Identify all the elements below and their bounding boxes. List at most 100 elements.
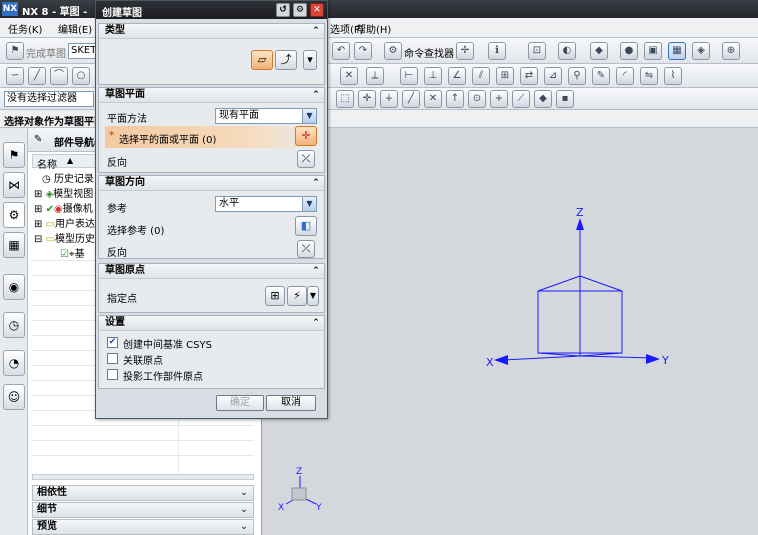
collapse-icon[interactable]: ⊟ <box>34 234 42 245</box>
expand-icon[interactable]: ⊞ <box>34 189 42 200</box>
snap-midpoint-icon[interactable]: ∔ <box>380 90 398 108</box>
profile-icon[interactable]: ∽ <box>6 67 24 85</box>
close-icon[interactable]: ✕ <box>310 3 324 17</box>
point-dialog-icon[interactable]: ⊞ <box>265 286 285 306</box>
command-finder-label[interactable]: 命令查找器 <box>404 45 454 60</box>
orientation-reverse-icon[interactable]: ⤫ <box>297 240 315 258</box>
roles-icon[interactable]: ☺ <box>3 384 25 410</box>
section-header-settings[interactable]: 设置 ⌃ <box>99 316 324 331</box>
section-header-sketch-plane[interactable]: 草图平面 ⌃ <box>99 88 324 103</box>
panel-splitter[interactable] <box>32 474 254 480</box>
on-plane-type-icon[interactable]: ▱ <box>251 50 273 70</box>
animate-dimension-icon[interactable]: ⚲ <box>568 67 586 85</box>
inferred-point-icon[interactable]: ⚡ <box>287 286 307 306</box>
snap-face-icon[interactable]: ◆ <box>534 90 552 108</box>
view-orient-icon[interactable]: ◐ <box>558 42 576 60</box>
select-reference-cube-icon[interactable]: ◧ <box>295 216 317 236</box>
chevron-down-icon[interactable]: ⌄ <box>238 521 250 533</box>
show-constraints-icon[interactable]: ⫽ <box>472 67 490 85</box>
work-layer-icon[interactable]: ▦ <box>668 42 686 60</box>
tree-item-cameras[interactable]: ⊞ ✔◉摄像机 <box>34 200 93 215</box>
chevron-up-icon[interactable]: ⌃ <box>310 177 322 189</box>
assembly-icon[interactable]: ✢ <box>456 42 474 60</box>
quick-trim-icon[interactable]: ✕ <box>340 67 358 85</box>
settings-gear-icon[interactable]: ⚙ <box>293 3 307 17</box>
cancel-button[interactable]: 取消 <box>266 395 316 411</box>
tree-item-datum[interactable]: ☑⌖基 <box>60 245 85 260</box>
accordion-preview[interactable]: 预览 ⌄ <box>32 519 254 535</box>
finish-sketch-flag-icon[interactable]: ⚑ <box>6 42 24 60</box>
checkbox-checked-icon[interactable]: ✔ <box>107 337 118 348</box>
chevron-down-icon[interactable]: ⌄ <box>238 487 250 499</box>
dropdown-arrow-icon[interactable]: ▼ <box>302 109 316 123</box>
accordion-dependencies[interactable]: 相依性 ⌄ <box>32 485 254 501</box>
tree-item-history[interactable]: ◷ 历史记录 <box>42 170 94 185</box>
checkbox-unchecked-icon[interactable] <box>107 369 118 380</box>
mirror-icon[interactable]: ⇋ <box>640 67 658 85</box>
constraint-icon[interactable]: ⊥ <box>424 67 442 85</box>
menu-task[interactable]: 任务(K) <box>8 21 42 36</box>
snap-quadrant-icon[interactable]: ⊙ <box>468 90 486 108</box>
part-navigator-icon[interactable]: ⚙ <box>3 202 25 228</box>
dropdown-arrow-icon[interactable]: ▼ <box>302 197 316 211</box>
information-icon[interactable]: ℹ <box>488 42 506 60</box>
reference-select[interactable]: 水平 ▼ <box>215 196 317 212</box>
convert-reference-icon[interactable]: ⊞ <box>496 67 514 85</box>
on-path-type-icon[interactable]: ⤴ <box>275 50 297 70</box>
snap-point-on-curve-icon[interactable]: ⟋ <box>512 90 530 108</box>
graphics-window[interactable]: Z X Y Z X Y <box>262 128 758 535</box>
plane-reverse-icon[interactable]: ⤫ <box>297 150 315 168</box>
chevron-up-icon[interactable]: ⌃ <box>310 265 322 277</box>
history-icon[interactable]: ◷ <box>3 312 25 338</box>
point-type-dropdown-icon[interactable]: ▼ <box>307 286 319 306</box>
snap-control-icon[interactable]: ╱ <box>402 90 420 108</box>
arc-icon[interactable]: ⌒ <box>50 67 68 85</box>
line-icon[interactable]: ╱ <box>28 67 46 85</box>
chevron-up-icon[interactable]: ⌃ <box>310 317 322 329</box>
chevron-up-icon[interactable]: ⌃ <box>310 89 322 101</box>
rapid-dimension-icon[interactable]: ⊢ <box>400 67 418 85</box>
wcs-icon[interactable]: ⊕ <box>722 42 740 60</box>
column-name[interactable]: 名称 <box>37 156 57 171</box>
web-browser-icon[interactable]: ◉ <box>3 274 25 300</box>
system-materials-icon[interactable]: ◔ <box>3 350 25 376</box>
edit-curve-icon[interactable]: ⌇ <box>664 67 682 85</box>
snap-bounded-grid-icon[interactable]: ▪ <box>556 90 574 108</box>
section-header-type[interactable]: 类型 ⌃ <box>99 24 324 39</box>
undo-icon[interactable]: ↶ <box>332 42 350 60</box>
reset-icon[interactable]: ↺ <box>276 3 290 17</box>
tree-item-user-expressions[interactable]: ⊞ ▭用户表达 <box>34 215 95 230</box>
redo-icon[interactable]: ↷ <box>354 42 372 60</box>
expand-icon[interactable]: ⊞ <box>34 204 42 215</box>
menu-edit[interactable]: 编辑(E) <box>58 21 92 36</box>
sketch-settings-icon[interactable]: ✎ <box>592 67 610 85</box>
selection-filter-combo[interactable]: 没有选择过滤器 <box>4 91 94 107</box>
chevron-down-icon[interactable]: ⌄ <box>238 504 250 516</box>
plane-method-select[interactable]: 现有平面 ▼ <box>215 108 317 124</box>
assembly-navigator-icon[interactable]: ⚑ <box>3 142 25 168</box>
expand-icon[interactable]: ⊞ <box>34 219 42 230</box>
snap-arc-center-icon[interactable]: ↑ <box>446 90 464 108</box>
cube-red-icon[interactable]: ◈ <box>692 42 710 60</box>
section-view-icon[interactable]: ▣ <box>644 42 662 60</box>
select-planar-face-row[interactable]: * 选择平的面或平面 (0) ✛ <box>105 126 319 148</box>
reuse-library-icon[interactable]: ▦ <box>3 232 25 258</box>
shaded-cube-icon[interactable]: ◆ <box>590 42 608 60</box>
snap-endpoint-icon[interactable]: ✛ <box>358 90 376 108</box>
navigator-pin-icon[interactable]: ✎ <box>34 134 42 145</box>
snap-existing-point-icon[interactable]: + <box>490 90 508 108</box>
select-rect-icon[interactable]: ⬚ <box>336 90 354 108</box>
type-dropdown-arrow-icon[interactable]: ▾ <box>303 50 317 70</box>
tree-item-model-history[interactable]: ⊟ ▭模型历史 <box>34 230 95 245</box>
fit-view-icon[interactable]: ⊡ <box>528 42 546 60</box>
command-finder-icon[interactable]: ⚙ <box>384 42 402 60</box>
infer-constraints-icon[interactable]: ⊿ <box>544 67 562 85</box>
accordion-details[interactable]: 细节 ⌄ <box>32 502 254 518</box>
checkbox-checked-icon[interactable]: ☑ <box>60 249 69 260</box>
render-style-icon[interactable]: ● <box>620 42 638 60</box>
section-header-orientation[interactable]: 草图方向 ⌃ <box>99 176 324 191</box>
make-corner-icon[interactable]: ⟂ <box>366 67 384 85</box>
chevron-up-icon[interactable]: ⌃ <box>310 25 322 37</box>
auto-constrain-icon[interactable]: ∠ <box>448 67 466 85</box>
fillet-icon[interactable]: ◜ <box>616 67 634 85</box>
